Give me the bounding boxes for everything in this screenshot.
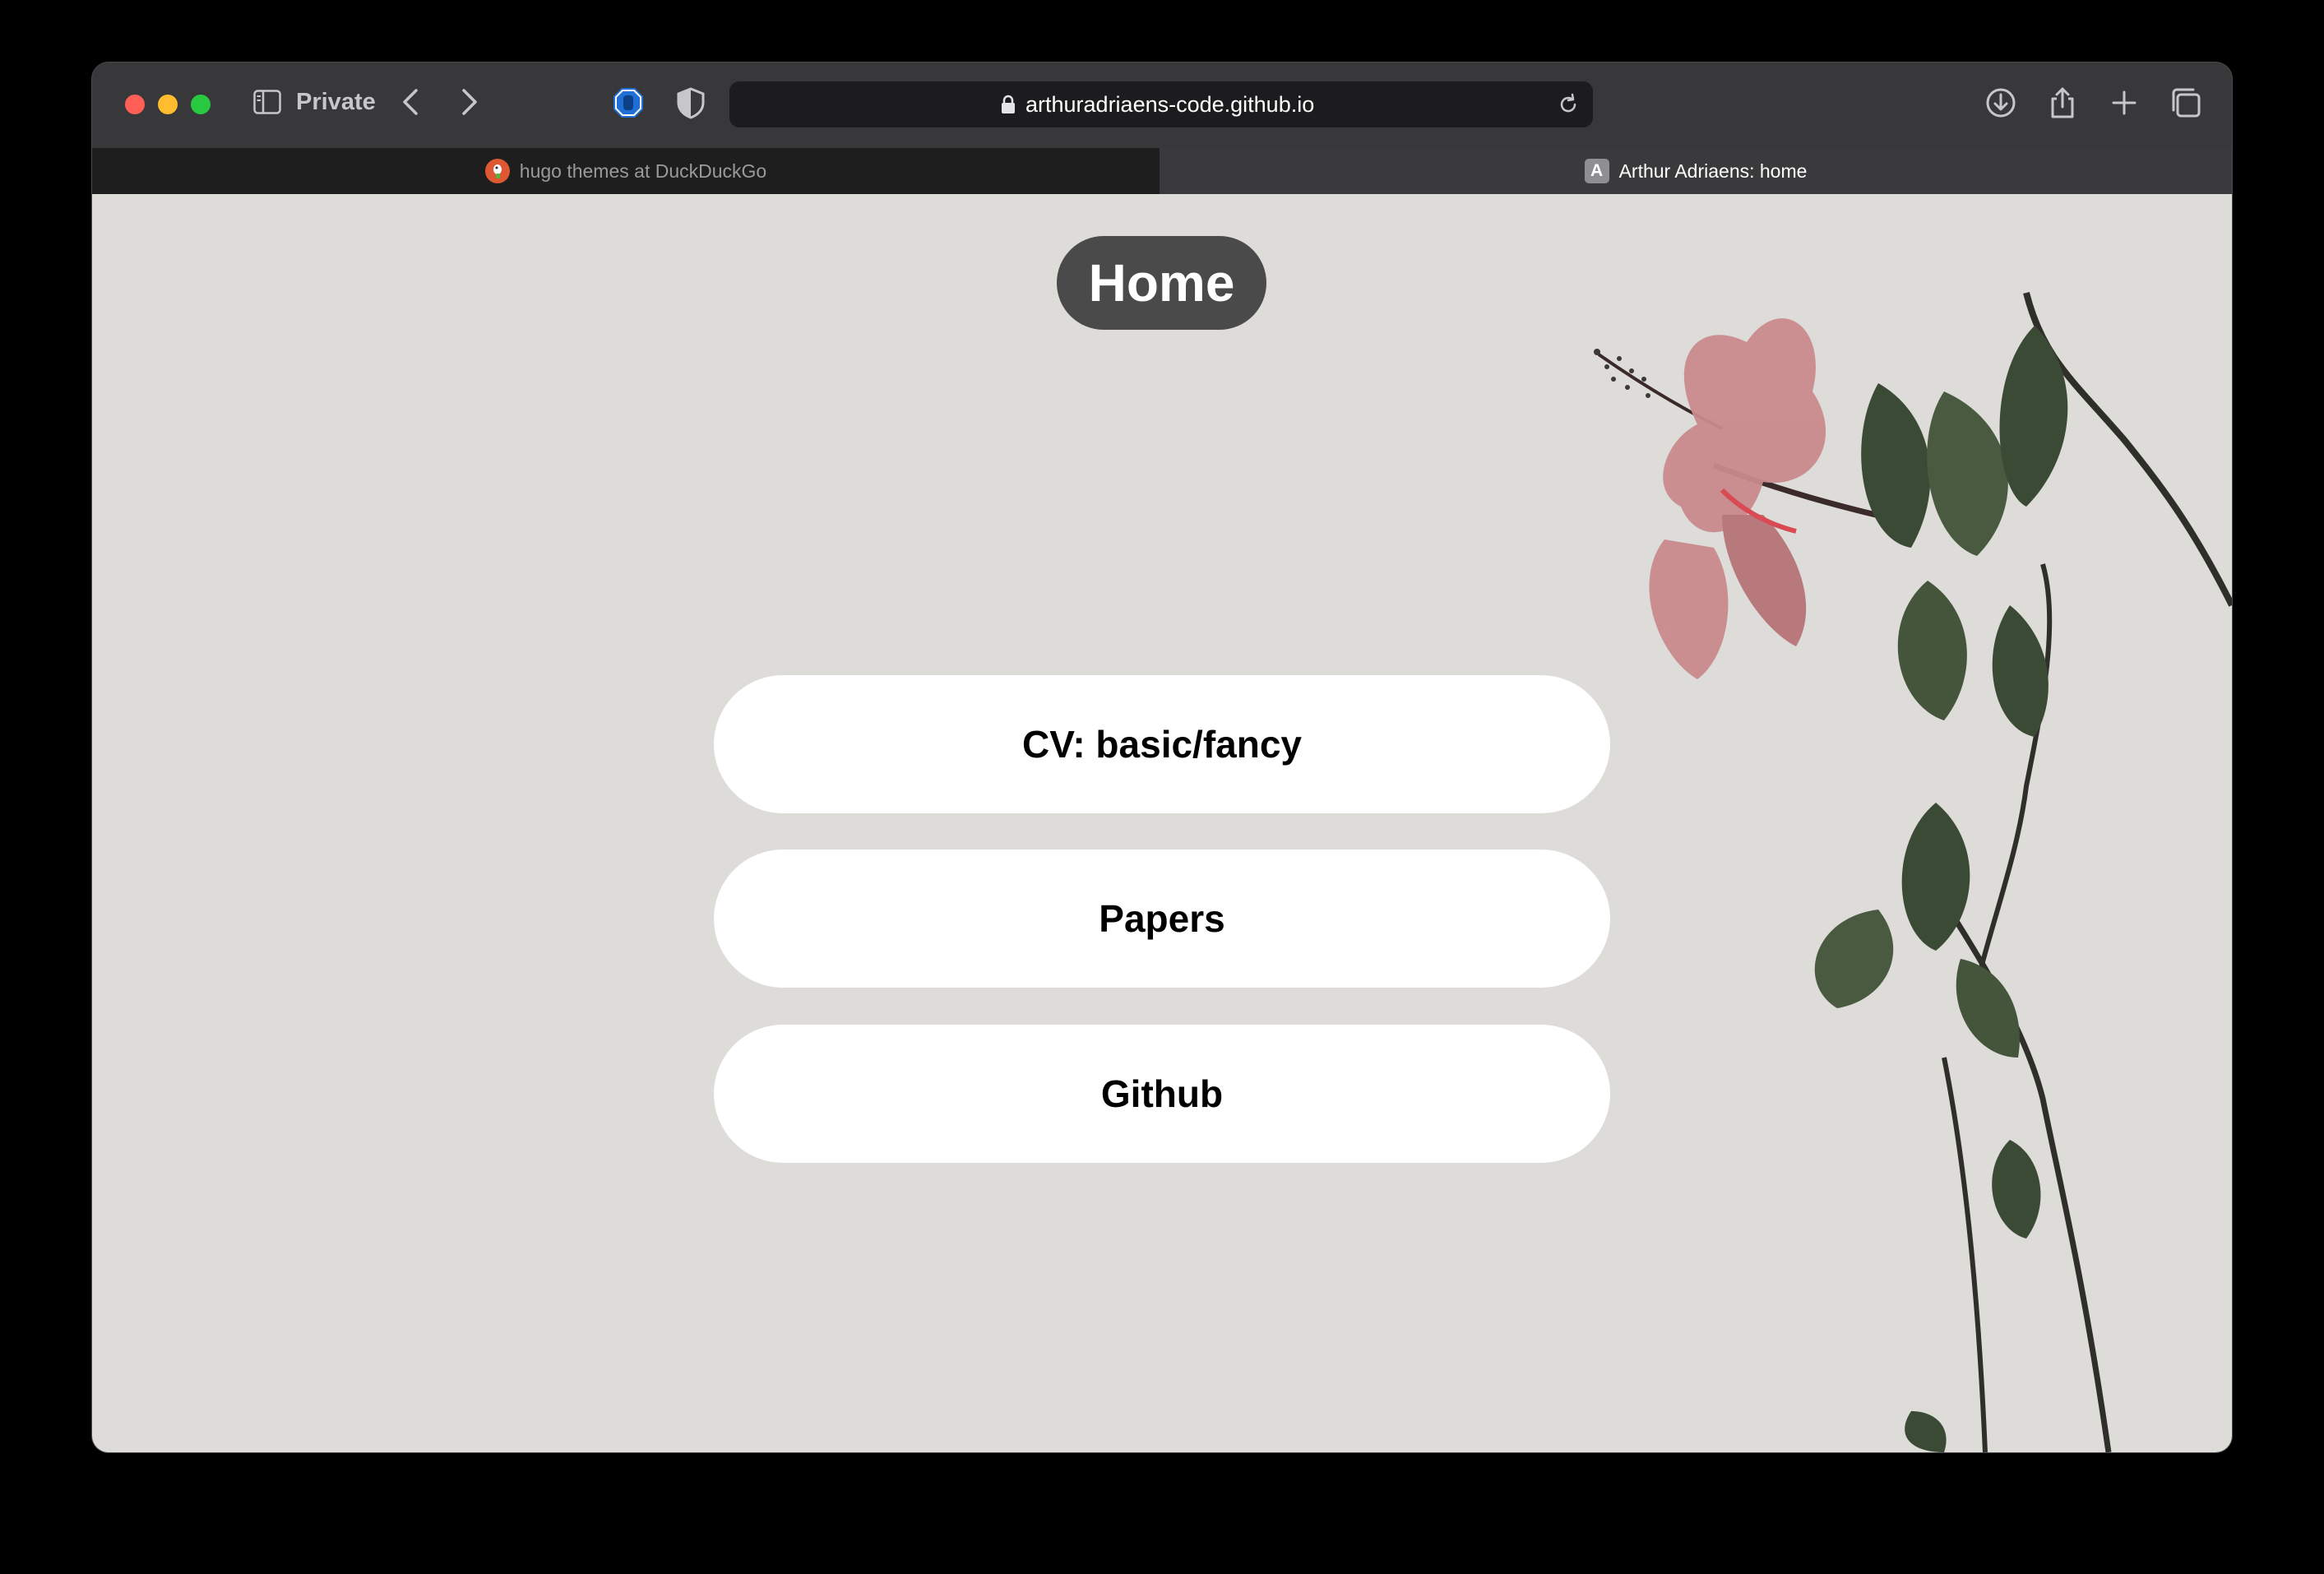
forward-arrow-icon[interactable]: [454, 86, 484, 118]
papers-link-button[interactable]: Papers: [714, 849, 1610, 988]
browser-toolbar: Private arthuradriaens-code.github.io: [92, 62, 2232, 148]
back-arrow-icon[interactable]: [396, 86, 426, 118]
lock-icon: [1002, 95, 1015, 113]
privacy-extension-icon[interactable]: [612, 86, 645, 119]
tab-duckduckgo[interactable]: hugo themes at DuckDuckGo: [92, 148, 1160, 194]
tab-title: hugo themes at DuckDuckGo: [519, 160, 767, 182]
zoom-window-button[interactable]: [191, 95, 211, 114]
private-mode-label: Private: [296, 89, 376, 115]
sidebar-toggle-icon[interactable]: [253, 90, 281, 114]
minimize-window-button[interactable]: [158, 95, 178, 114]
tab-bar: hugo themes at DuckDuckGo A Arthur Adria…: [92, 148, 2232, 194]
page-content: Home CV: basic/fancy Papers Github: [92, 194, 2232, 1452]
github-link-button[interactable]: Github: [714, 1025, 1610, 1163]
hibiscus-background-image: [1594, 292, 2232, 1452]
new-tab-plus-icon[interactable]: [2107, 86, 2141, 120]
download-icon[interactable]: [1984, 86, 2018, 120]
site-favicon: A: [1584, 159, 1609, 183]
shield-icon[interactable]: [674, 86, 707, 119]
tab-title: Arthur Adriaens: home: [1618, 160, 1808, 182]
close-window-button[interactable]: [125, 95, 145, 114]
cv-link-button[interactable]: CV: basic/fancy: [714, 675, 1610, 813]
address-bar[interactable]: arthuradriaens-code.github.io: [729, 81, 1593, 127]
tab-arthur-adriaens-home[interactable]: A Arthur Adriaens: home: [1160, 148, 2232, 194]
browser-window: Private arthuradriaens-code.github.io hu…: [92, 62, 2232, 1452]
url-text: arthuradriaens-code.github.io: [1025, 92, 1315, 117]
tab-overview-icon[interactable]: [2169, 86, 2203, 120]
share-icon[interactable]: [2045, 86, 2080, 120]
reload-icon[interactable]: [1557, 93, 1580, 116]
page-title: Home: [1057, 236, 1266, 330]
duckduckgo-icon: [484, 159, 510, 183]
